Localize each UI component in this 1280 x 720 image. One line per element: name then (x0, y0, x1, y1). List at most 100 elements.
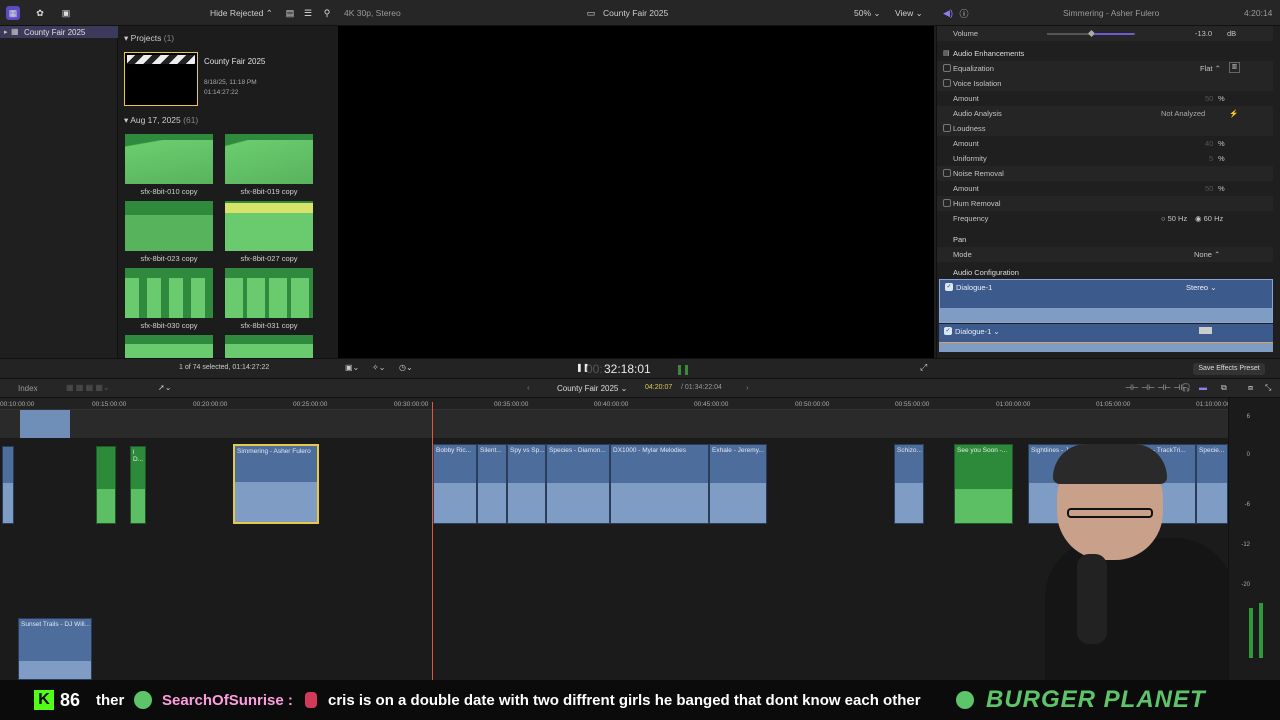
volume-value[interactable]: -13.0 (1195, 29, 1212, 38)
transform-tool-icon[interactable]: ▣⌄ (345, 363, 359, 372)
freq-60-radio[interactable]: ◉ 60 Hz (1195, 214, 1223, 223)
volume-fill (1094, 33, 1134, 35)
ruler-tick-label: 00:15:00:00 (92, 401, 127, 408)
eq-graph-icon[interactable]: ▥ (1229, 62, 1240, 73)
timeline-clip[interactable]: Schizo... (894, 444, 924, 524)
pan-mode-select[interactable]: None ⌃ (1194, 250, 1220, 259)
titles-icon[interactable]: ▣ (59, 6, 73, 20)
date-group-header[interactable]: ▾ Aug 17, 2025 (61) (124, 115, 198, 126)
snapping-icon[interactable]: ⧉ (1221, 383, 1227, 393)
index-button[interactable]: Index (18, 384, 38, 393)
storyline-clip[interactable] (20, 410, 70, 438)
photos-icon[interactable]: ✿ (33, 6, 47, 20)
forward-arrow-icon[interactable]: › (746, 383, 749, 392)
timeline-clip[interactable]: Species - Diamon... (546, 444, 610, 524)
clip-thumbnail[interactable] (125, 134, 213, 184)
clip-appearance-icons[interactable]: ⊣⊢ ⊣⊢ ⊣⊢ ⊣⊢ (1125, 383, 1187, 392)
microphone-icon (1077, 554, 1107, 644)
project-thumbnail[interactable] (124, 52, 198, 106)
timeline-clip[interactable]: Exhale - Jeremy... (709, 444, 767, 524)
timeline-clip[interactable]: DX1000 - Mylar Melodies (610, 444, 709, 524)
filmstrip-view-icon[interactable]: ▤ (283, 6, 297, 20)
timeline-clip[interactable]: Silent... (477, 444, 507, 524)
skimming-icon[interactable]: ▬ (1199, 383, 1207, 392)
zoom-select[interactable]: 50% ⌄ (854, 8, 881, 19)
connect-clip-icon[interactable]: ▦ ▦ ▦ ▦⌄ (66, 383, 110, 392)
timeline-clip[interactable]: Sunset Trails - DJ Will... (18, 618, 92, 680)
timeline[interactable]: 00:10:00:00 00:15:00:00 00:20:00:00 00:2… (0, 398, 1280, 680)
loudness-checkbox[interactable] (943, 124, 951, 132)
list-view-icon[interactable]: ☰ (301, 6, 315, 20)
clip-thumbnail[interactable] (225, 201, 313, 251)
percent-unit: % (1218, 94, 1225, 103)
uniformity-value[interactable]: 5 (1209, 154, 1213, 163)
loudness-amount-value[interactable]: 40 (1205, 139, 1213, 148)
audio-component-dialogue[interactable]: ✓ Dialogue-1 Stereo ⌄ (939, 279, 1273, 323)
clip-thumbnail[interactable] (125, 335, 213, 358)
clip-thumbnail[interactable] (225, 134, 313, 184)
timeline-clip[interactable]: Spy vs Sp... (507, 444, 546, 524)
eq-select[interactable]: Flat ⌃ (1200, 64, 1221, 73)
search-icon[interactable]: ⚲ (320, 6, 334, 20)
noise-removal-checkbox[interactable] (943, 169, 951, 177)
primary-storyline-lane[interactable] (0, 410, 1228, 438)
dialogue-label: Dialogue-1 (956, 283, 993, 292)
audio-component-dialogue-2[interactable]: ✓ Dialogue-1 ⌄ (939, 324, 1273, 352)
dialogue-checkbox[interactable]: ✓ (944, 327, 952, 335)
ruler-tick-label: 00:30:00:00 (394, 401, 429, 408)
waveform (125, 344, 213, 358)
hum-removal-checkbox[interactable] (943, 199, 951, 207)
hide-rejected-filter[interactable]: Hide Rejected ⌃ (210, 8, 273, 19)
noise-amount-row: Amount 50 % (937, 181, 1273, 196)
channel-select[interactable]: Stereo ⌄ (1186, 283, 1216, 292)
waveform (940, 308, 1272, 322)
dialogue-checkbox[interactable]: ✓ (945, 283, 953, 291)
info-icon[interactable]: ⓘ (957, 6, 971, 20)
timeline-clip[interactable] (96, 446, 116, 524)
disclosure-icon[interactable]: ▸ (4, 28, 8, 36)
audio-inspector-icon[interactable]: ◀) (941, 6, 955, 20)
timeline-project-select[interactable]: County Fair 2025 ⌄ (557, 384, 627, 393)
noise-amount-value[interactable]: 50 (1205, 184, 1213, 193)
layout-icon[interactable]: ⧈ (1248, 383, 1253, 393)
clip-name: sfx-8bit-031 copy (240, 321, 298, 330)
equalization-checkbox[interactable] (943, 64, 951, 72)
vi-amount-value[interactable]: 50 (1205, 94, 1213, 103)
glasses-icon (1067, 508, 1153, 518)
ruler-tick-label: 00:20:00:00 (193, 401, 228, 408)
view-menu[interactable]: View ⌄ (895, 8, 923, 19)
back-arrow-icon[interactable]: ‹ (527, 383, 530, 392)
timeline-ruler[interactable]: 00:10:00:00 00:15:00:00 00:20:00:00 00:2… (0, 398, 1230, 410)
hide-rejected-label: Hide Rejected (210, 8, 264, 18)
library-icon[interactable]: ▦ (6, 6, 20, 20)
timeline-clip-selected[interactable]: Simmering - Asher Fulero (233, 444, 319, 524)
percent-unit: % (1218, 139, 1225, 148)
fullscreen-icon[interactable]: ⤢ (920, 362, 927, 373)
enhance-tool-icon[interactable]: ✧⌄ (372, 363, 385, 372)
collapse-icon[interactable]: ⤡ (1265, 383, 1271, 393)
analyze-icon[interactable]: ⚡ (1229, 109, 1238, 118)
freq-50-radio[interactable]: ○ 50 Hz (1161, 214, 1187, 223)
projects-header[interactable]: ▾ Projects (1) (124, 33, 174, 44)
clip-thumbnail[interactable] (125, 201, 213, 251)
dialogue-select[interactable]: Dialogue-1 ⌄ (955, 327, 1000, 336)
meter-label: -12 (1241, 542, 1250, 548)
uniformity-row: Uniformity 5 % (937, 151, 1273, 166)
timeline-clip[interactable]: Bobby Ric... (433, 444, 477, 524)
speed-tool-icon[interactable]: ◷⌄ (399, 363, 413, 372)
timeline-clip[interactable]: l D... (130, 446, 146, 524)
clip-thumbnail[interactable] (225, 268, 313, 318)
clip-thumbnail[interactable] (225, 335, 313, 358)
viewer[interactable] (338, 26, 934, 358)
headphones-icon[interactable]: 🎧 (1181, 383, 1191, 392)
ruler-tick-label: 00:45:00:00 (694, 401, 729, 408)
timeline-clip[interactable] (2, 446, 14, 524)
voice-isolation-checkbox[interactable] (943, 79, 951, 87)
burger-emote-icon (956, 691, 974, 709)
clip-thumbnail[interactable] (125, 268, 213, 318)
project-duration: 01:14:27:22 (204, 89, 239, 96)
clip-name: sfx-8bit-019 copy (240, 187, 298, 196)
save-effects-preset-button[interactable]: Save Effects Preset (1193, 363, 1265, 375)
select-tool-icon[interactable]: ➚⌄ (158, 383, 171, 392)
library-row[interactable]: ▸ ▦ County Fair 2025 (0, 26, 118, 38)
